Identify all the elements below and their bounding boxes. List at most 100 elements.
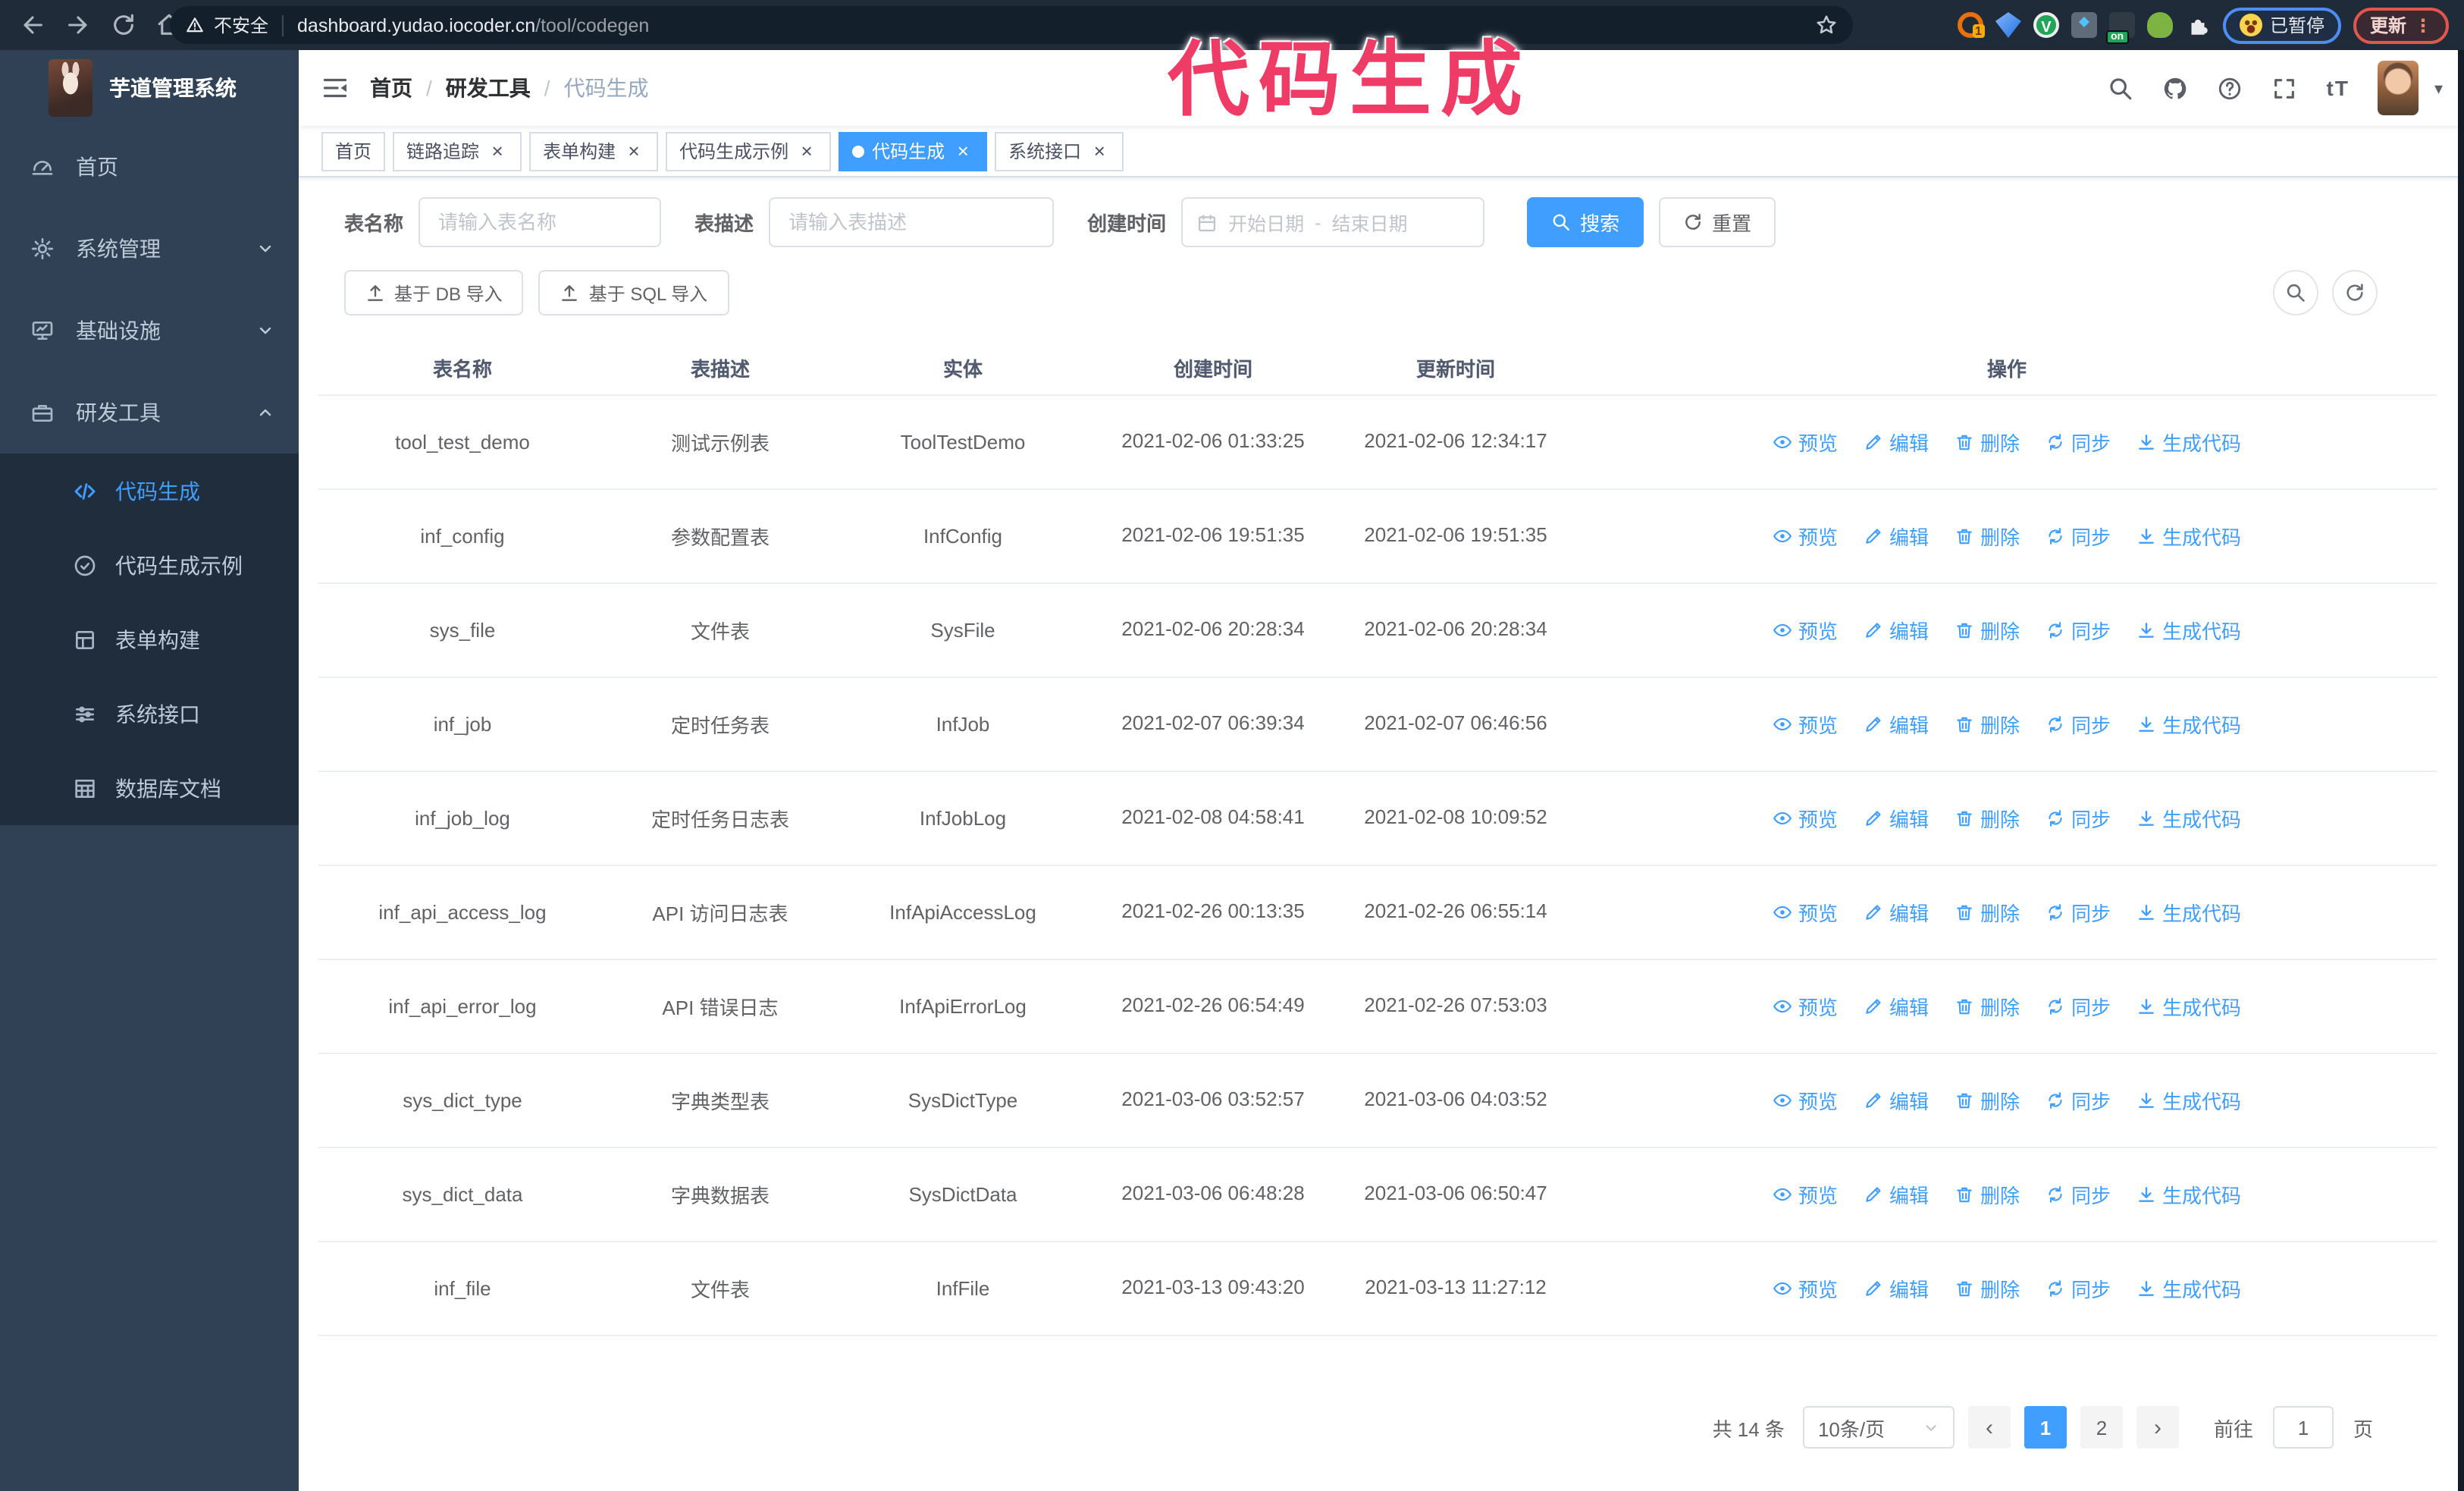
- table-name-input[interactable]: [419, 197, 662, 247]
- extensions-puzzle-icon[interactable]: [2185, 12, 2211, 38]
- tab-表单构建[interactable]: 表单构建 ×: [529, 131, 659, 171]
- action-delete-link[interactable]: 删除: [1955, 522, 2020, 551]
- fullscreen-icon[interactable]: [2272, 75, 2298, 101]
- browser-update-button[interactable]: 更新 ⋮: [2353, 7, 2449, 43]
- avatar[interactable]: [2378, 61, 2419, 115]
- action-preview-link[interactable]: 预览: [1773, 992, 1838, 1021]
- action-edit-link[interactable]: 编辑: [1864, 522, 1929, 551]
- action-sync-link[interactable]: 同步: [2045, 1086, 2111, 1115]
- action-sync-link[interactable]: 同步: [2045, 1180, 2111, 1209]
- action-delete-link[interactable]: 删除: [1955, 992, 2020, 1021]
- action-preview-link[interactable]: 预览: [1773, 616, 1838, 645]
- reset-button[interactable]: 重置: [1659, 197, 1776, 247]
- action-delete-link[interactable]: 删除: [1955, 710, 2020, 739]
- action-preview-link[interactable]: 预览: [1773, 1180, 1838, 1209]
- bookmark-star-icon[interactable]: [1815, 14, 1838, 36]
- tab-代码生成示例[interactable]: 代码生成示例 ×: [666, 131, 832, 171]
- extension-icon-gem[interactable]: [1995, 12, 2021, 38]
- next-page-button[interactable]: ›: [2136, 1406, 2179, 1449]
- action-generate-code-link[interactable]: 生成代码: [2136, 1086, 2241, 1115]
- action-sync-link[interactable]: 同步: [2045, 428, 2111, 457]
- tab-首页[interactable]: 首页: [321, 131, 386, 171]
- sidebar-item-基础设施[interactable]: 基础设施: [0, 290, 299, 372]
- sidebar-subitem-系统接口[interactable]: 系统接口: [0, 676, 299, 751]
- hamburger-icon[interactable]: [321, 74, 349, 102]
- tab-close-icon[interactable]: ×: [796, 141, 817, 161]
- sidebar-item-研发工具[interactable]: 研发工具: [0, 372, 299, 454]
- font-size-icon[interactable]: tT: [2327, 76, 2350, 100]
- action-edit-link[interactable]: 编辑: [1864, 1086, 1929, 1115]
- action-sync-link[interactable]: 同步: [2045, 710, 2111, 739]
- tab-close-icon[interactable]: ×: [623, 141, 644, 161]
- breadcrumb-item[interactable]: 研发工具: [446, 73, 531, 103]
- action-generate-code-link[interactable]: 生成代码: [2136, 616, 2241, 645]
- action-edit-link[interactable]: 编辑: [1864, 898, 1929, 927]
- action-edit-link[interactable]: 编辑: [1864, 804, 1929, 833]
- action-preview-link[interactable]: 预览: [1773, 898, 1838, 927]
- action-delete-link[interactable]: 删除: [1955, 804, 2020, 833]
- action-generate-code-link[interactable]: 生成代码: [2136, 992, 2241, 1021]
- action-delete-link[interactable]: 删除: [1955, 1180, 2020, 1209]
- action-preview-link[interactable]: 预览: [1773, 522, 1838, 551]
- sidebar-subitem-表单构建[interactable]: 表单构建: [0, 602, 299, 676]
- extension-icon-dark[interactable]: on: [2105, 12, 2135, 44]
- action-delete-link[interactable]: 删除: [1955, 428, 2020, 457]
- action-delete-link[interactable]: 删除: [1955, 898, 2020, 927]
- extension-icon-green[interactable]: [2146, 12, 2173, 38]
- sidebar-logo[interactable]: 芋道管理系统: [0, 50, 299, 126]
- header-search-icon[interactable]: [2108, 75, 2134, 101]
- action-edit-link[interactable]: 编辑: [1864, 1180, 1929, 1209]
- sidebar-item-首页[interactable]: 首页: [0, 126, 299, 208]
- sidebar-item-系统管理[interactable]: 系统管理: [0, 208, 299, 290]
- sidebar-subitem-代码生成[interactable]: 代码生成: [0, 454, 299, 528]
- table-desc-input[interactable]: [769, 197, 1055, 247]
- action-preview-link[interactable]: 预览: [1773, 710, 1838, 739]
- import-db-button[interactable]: 基于 DB 导入: [344, 270, 524, 315]
- action-generate-code-link[interactable]: 生成代码: [2136, 710, 2241, 739]
- action-generate-code-link[interactable]: 生成代码: [2136, 428, 2241, 457]
- action-edit-link[interactable]: 编辑: [1864, 428, 1929, 457]
- prev-page-button[interactable]: ‹: [1967, 1406, 2011, 1449]
- page-size-select[interactable]: 10条/页: [1802, 1406, 1955, 1449]
- tab-系统接口[interactable]: 系统接口 ×: [995, 131, 1124, 171]
- help-icon[interactable]: [2218, 75, 2243, 101]
- action-sync-link[interactable]: 同步: [2045, 898, 2111, 927]
- action-preview-link[interactable]: 预览: [1773, 428, 1838, 457]
- action-preview-link[interactable]: 预览: [1773, 1274, 1838, 1303]
- page-button-2[interactable]: 2: [2080, 1406, 2123, 1449]
- sidebar-subitem-数据库文档[interactable]: 数据库文档: [0, 751, 299, 825]
- action-generate-code-link[interactable]: 生成代码: [2136, 898, 2241, 927]
- sidebar-subitem-代码生成示例[interactable]: 代码生成示例: [0, 528, 299, 602]
- profile-paused-pill[interactable]: 已暂停: [2222, 7, 2341, 43]
- browser-menu-dots-icon[interactable]: ⋮: [2414, 16, 2432, 34]
- extension-icon-square[interactable]: [2071, 12, 2097, 38]
- action-sync-link[interactable]: 同步: [2045, 522, 2111, 551]
- import-sql-button[interactable]: 基于 SQL 导入: [538, 270, 729, 315]
- toggle-search-button[interactable]: [2273, 270, 2318, 315]
- action-sync-link[interactable]: 同步: [2045, 804, 2111, 833]
- search-button[interactable]: 搜索: [1527, 197, 1644, 247]
- browser-back-icon[interactable]: [20, 12, 45, 38]
- create-time-range-picker[interactable]: 开始日期 - 结束日期: [1181, 197, 1485, 247]
- tab-链路追踪[interactable]: 链路追踪 ×: [393, 131, 522, 171]
- action-edit-link[interactable]: 编辑: [1864, 710, 1929, 739]
- action-generate-code-link[interactable]: 生成代码: [2136, 522, 2241, 551]
- tab-close-icon[interactable]: ×: [952, 141, 973, 161]
- page-button-1[interactable]: 1: [2024, 1406, 2067, 1449]
- action-preview-link[interactable]: 预览: [1773, 1086, 1838, 1115]
- tab-close-icon[interactable]: ×: [487, 141, 508, 161]
- avatar-caret-down-icon[interactable]: ▾: [2434, 78, 2443, 98]
- action-sync-link[interactable]: 同步: [2045, 616, 2111, 645]
- action-sync-link[interactable]: 同步: [2045, 992, 2111, 1021]
- action-preview-link[interactable]: 预览: [1773, 804, 1838, 833]
- action-delete-link[interactable]: 删除: [1955, 1274, 2020, 1303]
- browser-forward-icon[interactable]: [65, 12, 91, 38]
- browser-reload-icon[interactable]: [111, 12, 136, 38]
- breadcrumb-item[interactable]: 首页: [370, 73, 412, 103]
- action-edit-link[interactable]: 编辑: [1864, 1274, 1929, 1303]
- page-scrollbar[interactable]: [2458, 50, 2464, 1491]
- action-sync-link[interactable]: 同步: [2045, 1274, 2111, 1303]
- address-bar[interactable]: 不安全 dashboard.yudao.iocoder.cn/tool/code…: [170, 6, 1853, 44]
- tab-代码生成[interactable]: 代码生成 ×: [839, 131, 988, 171]
- action-delete-link[interactable]: 删除: [1955, 1086, 2020, 1115]
